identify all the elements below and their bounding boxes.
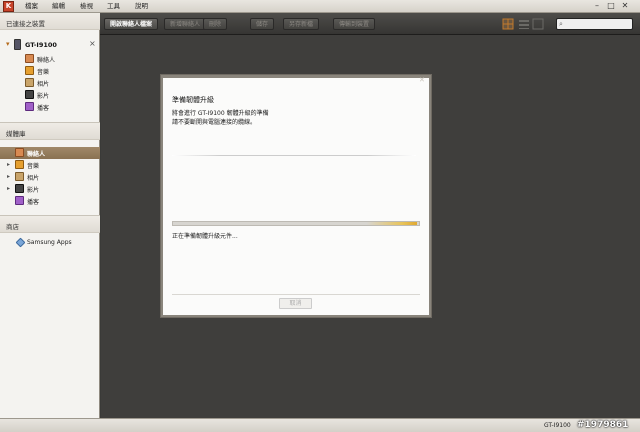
save-as-button[interactable]: 另存新檔 (283, 18, 320, 30)
transfer-to-device-button[interactable]: 傳輸到裝置 (333, 18, 376, 30)
close-icon[interactable]: ✕ (620, 1, 630, 11)
search-icon: ⌕ (559, 20, 563, 28)
store-item-label: Samsung Apps (27, 239, 72, 246)
status-bar: GT-I9100 #1979861 (0, 418, 640, 432)
dialog-status-text: 正在準備韌體升級元件... (172, 233, 238, 240)
store-header: 商店 (0, 216, 100, 233)
library-item-label: 影片 (27, 187, 40, 194)
cancel-button[interactable]: 取消 (279, 298, 312, 309)
device-item-label: 相片 (37, 81, 50, 88)
expand-arrow-icon[interactable]: ▸ (7, 161, 10, 168)
library-header: 媒體庫 (0, 123, 100, 140)
photo-icon (25, 78, 34, 87)
store-item-samsung-apps[interactable]: Samsung Apps (0, 237, 100, 249)
library-item-contacts[interactable]: 聯絡人 (0, 147, 100, 159)
device-name: GT-I9100 (25, 41, 57, 49)
new-contact-button[interactable]: 新增聯絡人 (164, 18, 207, 30)
dialog-message-line1: 將會進行 GT-I9100 韌體升級的準備 (172, 110, 269, 117)
photo-icon (15, 172, 24, 181)
disconnect-icon[interactable]: × (89, 39, 96, 48)
library-item-label: 相片 (27, 175, 40, 182)
dialog-footer-divider (172, 294, 420, 295)
music-icon (15, 160, 24, 169)
status-device-name: GT-I9100 (544, 422, 571, 429)
open-contacts-button[interactable]: 開啟聯絡人檔案 (104, 18, 159, 30)
dialog-title: 準備韌體升級 (172, 96, 214, 104)
maximize-icon[interactable]: □ (606, 1, 616, 11)
expand-arrow-icon[interactable]: ▸ (7, 185, 10, 192)
device-item-videos[interactable]: 影片 (0, 89, 100, 101)
toolbar: 開啟聯絡人檔案 新增聯絡人 刪除 儲存 另存新檔 傳輸到裝置 ⌕ (100, 13, 640, 35)
video-icon (25, 90, 34, 99)
device-item-label: 播客 (37, 105, 50, 112)
podcast-icon (25, 102, 34, 111)
expand-arrow-icon[interactable]: ▸ (7, 173, 10, 180)
library-item-videos[interactable]: ▸ 影片 (0, 183, 100, 195)
device-item-photos[interactable]: 相片 (0, 77, 100, 89)
phone-icon (14, 39, 21, 50)
library-item-label: 音樂 (27, 163, 40, 170)
dialog-message-line2: 請不要斷開與電腦連接的纜線。 (172, 119, 257, 126)
library-item-label: 播客 (27, 199, 40, 206)
delete-button[interactable]: 刪除 (203, 18, 228, 30)
contacts-icon (25, 54, 34, 63)
music-icon (25, 66, 34, 75)
dialog-divider (172, 155, 416, 156)
progress-fill (367, 222, 417, 225)
video-icon (15, 184, 24, 193)
device-item-music[interactable]: 音樂 (0, 65, 100, 77)
library-item-label: 聯絡人 (27, 151, 46, 158)
samsung-apps-icon (15, 237, 26, 248)
kies-logo-icon: K (3, 1, 14, 12)
list-view-icon[interactable] (518, 18, 530, 30)
search-input[interactable]: ⌕ (556, 18, 633, 30)
library-item-photos[interactable]: ▸ 相片 (0, 171, 100, 183)
detail-view-icon[interactable] (532, 18, 544, 30)
minimize-icon[interactable]: – (592, 1, 602, 11)
sidebar: 已連接之裝置 ▾ GT-I9100 × 聯絡人 音樂 相片 影片 播客 媒體庫 … (0, 13, 100, 418)
menu-help[interactable]: 說明 (135, 2, 148, 11)
menu-edit[interactable]: 編輯 (52, 2, 65, 11)
save-button[interactable]: 儲存 (250, 18, 275, 30)
dialog-close-icon[interactable]: ✕ (419, 76, 425, 84)
library-item-music[interactable]: ▸ 音樂 (0, 159, 100, 171)
menu-view[interactable]: 檢視 (80, 2, 93, 11)
device-row[interactable]: ▾ GT-I9100 × (0, 39, 100, 51)
menu-file[interactable]: 檔案 (25, 2, 38, 11)
connected-devices-header: 已連接之裝置 (0, 13, 100, 30)
podcast-icon (15, 196, 24, 205)
device-item-label: 影片 (37, 93, 50, 100)
menu-bar: K 檔案 編輯 檢視 工具 說明 – □ ✕ (0, 0, 640, 13)
grid-view-icon[interactable] (502, 18, 514, 30)
expand-caret-icon[interactable]: ▾ (6, 40, 10, 48)
library-item-podcasts[interactable]: 播客 (0, 195, 100, 207)
device-item-contacts[interactable]: 聯絡人 (0, 53, 100, 65)
device-item-label: 聯絡人 (37, 57, 56, 64)
device-item-podcasts[interactable]: 播客 (0, 101, 100, 113)
watermark-text: #1979861 (577, 420, 629, 430)
menu-tools[interactable]: 工具 (107, 2, 120, 11)
progress-bar (172, 221, 420, 226)
device-item-label: 音樂 (37, 69, 50, 76)
contacts-icon (15, 148, 24, 157)
